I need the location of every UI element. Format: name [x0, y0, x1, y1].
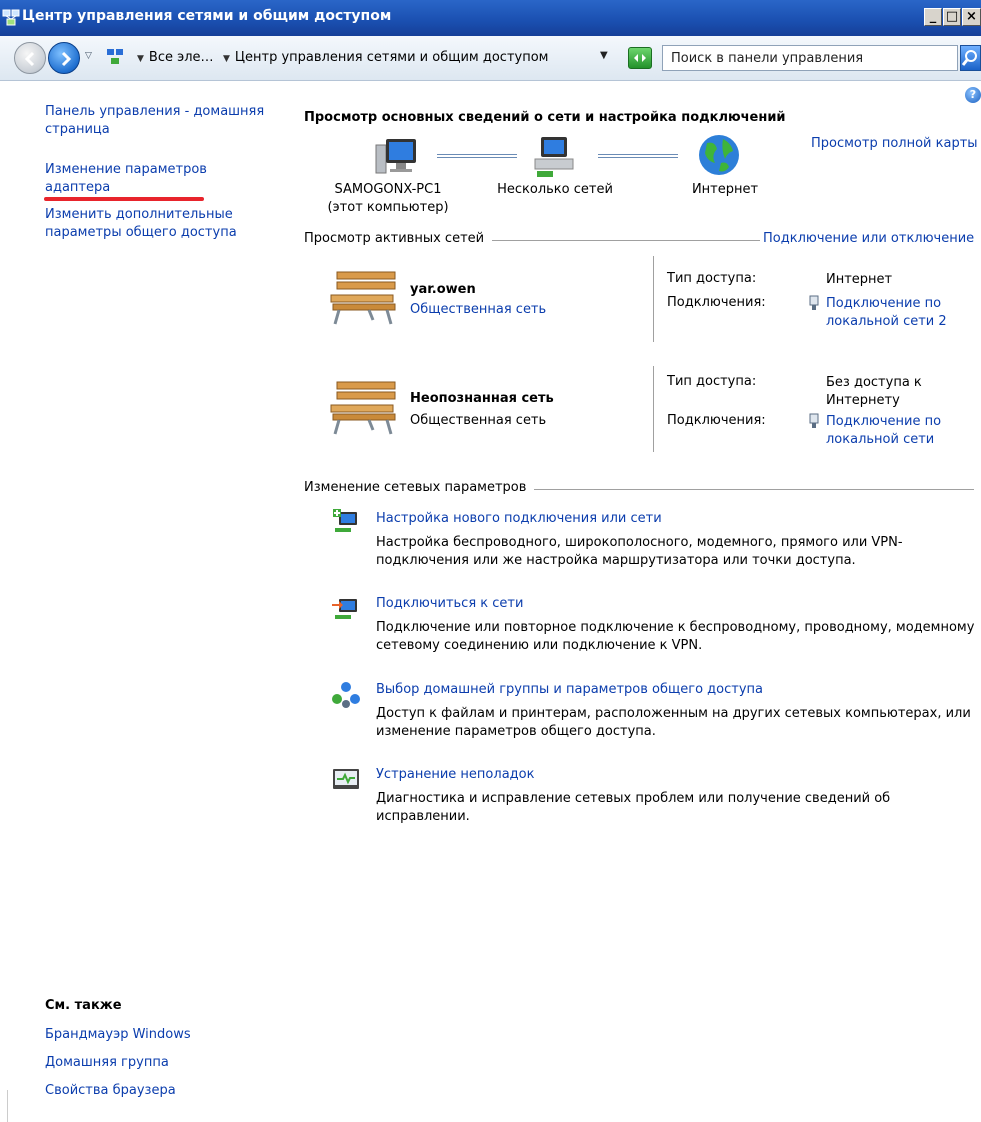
- help-icon[interactable]: ?: [965, 87, 981, 103]
- arrow-left-icon: [24, 51, 35, 67]
- ethernet-adapter-icon: [809, 295, 819, 310]
- ethernet-adapter-icon: [809, 413, 819, 428]
- title-bar: Центр управления сетями и общим доступом…: [0, 0, 981, 36]
- task-new-connection-link[interactable]: Настройка нового подключения или сети: [376, 511, 662, 526]
- map-connection-line: [598, 154, 678, 158]
- access-type-label: Тип доступа:: [667, 374, 757, 389]
- task-homegroup-link[interactable]: Выбор домашней группы и параметров общег…: [376, 682, 763, 697]
- computer-name: SAMOGONX-PC1: [334, 182, 442, 197]
- connections-label: Подключения:: [667, 413, 766, 428]
- computer-icon: [375, 139, 416, 174]
- troubleshoot-icon: [333, 769, 359, 789]
- window-title: Центр управления сетями и общим доступом: [22, 8, 392, 24]
- homegroup-icon: [332, 682, 360, 708]
- address-bar: ▽ ▼ Все эле… ▼ Центр управления сетями и о…: [0, 36, 981, 81]
- breadcrumb-label: Центр управления сетями и общим доступом: [234, 50, 549, 65]
- breadcrumb[interactable]: ▼ Все эле… ▼ Центр управления сетями и общ…: [103, 45, 623, 71]
- access-type-value: Без доступа к Интернету: [826, 375, 922, 408]
- access-type-value: Интернет: [826, 272, 893, 287]
- globe-icon: [699, 135, 739, 175]
- map-connection-line: [437, 154, 517, 158]
- sidebar-link-advanced-sharing[interactable]: Изменить дополнительные параметры общего…: [45, 206, 275, 242]
- bench-icon: [330, 271, 396, 325]
- chevron-right-icon: ▼: [137, 54, 144, 64]
- network-name: Неопознанная сеть: [410, 391, 554, 406]
- access-type-label: Тип доступа:: [667, 271, 757, 286]
- breadcrumb-item-network-center[interactable]: ▼ Центр управления сетями и общим доступо…: [223, 50, 548, 65]
- page-title: Просмотр основных сведений о сети и наст…: [304, 110, 786, 125]
- close-button[interactable]: ×: [962, 8, 981, 26]
- red-highlight-underline: [44, 197, 204, 201]
- divider: [7, 1090, 8, 1122]
- refresh-button[interactable]: [628, 47, 652, 69]
- network-center-icon: [2, 9, 20, 26]
- see-also-title: См. также: [45, 998, 122, 1013]
- computer-subtitle: (этот компьютер): [327, 200, 449, 215]
- connect-disconnect-link[interactable]: Подключение или отключение: [763, 231, 974, 246]
- breadcrumb-label: Все эле…: [148, 50, 214, 65]
- divider: [653, 256, 654, 342]
- forward-button[interactable]: [48, 42, 80, 74]
- network-name: yar.owen: [410, 282, 476, 297]
- task-new-connection-desc: Настройка беспроводного, широкополосного…: [376, 535, 903, 568]
- connection-link[interactable]: Подключение по локальной сети 2: [826, 295, 976, 331]
- divider: [653, 366, 654, 452]
- breadcrumb-item-all[interactable]: ▼ Все эле…: [137, 50, 214, 65]
- search-input[interactable]: [671, 47, 951, 69]
- network-type-link[interactable]: Общественная сеть: [410, 302, 546, 317]
- map-node-internet[interactable]: Интернет: [669, 181, 781, 199]
- see-also-firewall[interactable]: Брандмауэр Windows: [45, 1027, 191, 1042]
- full-map-link[interactable]: Просмотр полной карты: [811, 136, 978, 151]
- control-panel-icon: [107, 49, 123, 64]
- search-field[interactable]: [662, 45, 958, 71]
- maximize-button[interactable]: □: [943, 8, 961, 26]
- connections-label: Подключения:: [667, 295, 766, 310]
- arrow-right-icon: [61, 51, 72, 67]
- see-also-browser-properties[interactable]: Свойства браузера: [45, 1083, 176, 1098]
- connect-network-icon: [332, 599, 357, 619]
- active-networks-header: Просмотр активных сетей: [304, 231, 493, 246]
- address-dropdown[interactable]: ▼: [600, 50, 608, 61]
- network-type: Общественная сеть: [410, 413, 547, 428]
- section-divider: [490, 240, 760, 241]
- search-icon: [961, 50, 977, 66]
- section-divider: [530, 489, 974, 490]
- multiple-networks-icon: [534, 137, 574, 177]
- see-also-homegroup[interactable]: Домашняя группа: [45, 1055, 169, 1070]
- left-pane: Панель управления - домашняя страница Из…: [0, 82, 290, 1122]
- sidebar-link-control-panel-home[interactable]: Панель управления - домашняя страница: [45, 103, 275, 139]
- change-settings-header: Изменение сетевых параметров: [304, 480, 535, 495]
- task-connect-link[interactable]: Подключиться к сети: [376, 596, 523, 611]
- refresh-icon: [634, 54, 646, 62]
- new-connection-icon: [333, 509, 357, 532]
- chevron-right-icon: ▼: [223, 54, 230, 64]
- task-connect-desc: Подключение или повторное подключение к …: [376, 620, 975, 653]
- back-button[interactable]: [14, 42, 46, 74]
- map-node-networks[interactable]: Несколько сетей: [485, 181, 625, 199]
- recent-pages-dropdown[interactable]: ▽: [85, 51, 92, 61]
- sidebar-link-adapter-settings[interactable]: Изменение параметров адаптера: [45, 161, 275, 197]
- map-node-computer: SAMOGONX-PC1 (этот компьютер): [318, 181, 458, 217]
- task-troubleshoot-desc: Диагностика и исправление сетевых пробле…: [376, 791, 891, 824]
- search-button[interactable]: [960, 45, 981, 71]
- task-troubleshoot-link[interactable]: Устранение неполадок: [376, 767, 534, 782]
- minimize-button[interactable]: _: [924, 8, 942, 26]
- task-homegroup-desc: Доступ к файлам и принтерам, расположенн…: [376, 706, 971, 739]
- bench-icon: [330, 381, 396, 435]
- connection-link[interactable]: Подключение по локальной сети: [826, 413, 976, 449]
